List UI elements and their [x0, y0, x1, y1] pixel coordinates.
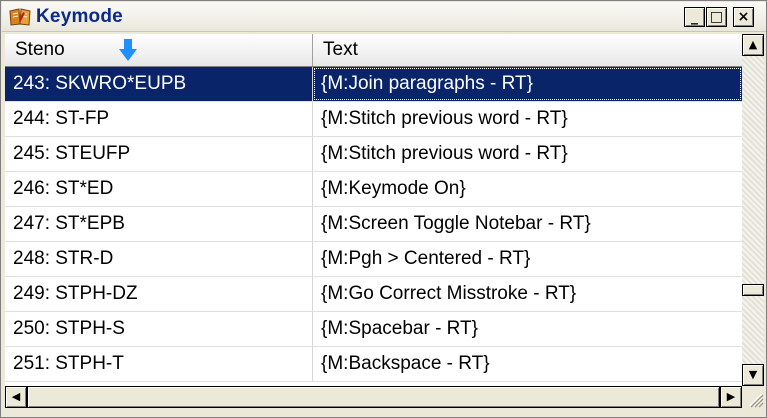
- cell-text: {M:Screen Toggle Notebar - RT}: [321, 213, 591, 234]
- vertical-scrollbar[interactable]: ▲ ▼: [742, 34, 764, 386]
- table-row[interactable]: 247: ST*EPB {M:Screen Toggle Notebar - RT…: [5, 207, 742, 242]
- scroll-up-button[interactable]: ▲: [742, 34, 764, 56]
- horizontal-scrollbar[interactable]: ◀ ▶: [5, 386, 742, 408]
- keymode-window: Keymode _ □ × Steno Text 243: SKWRO*EUPB…: [0, 0, 767, 418]
- table-row[interactable]: 251: STPH-T {M:Backspace - RT}: [5, 347, 742, 382]
- table-row[interactable]: 244: ST-FP {M:Stitch previous word - RT}: [5, 102, 742, 137]
- cell-text: {M:Join paragraphs - RT}: [313, 67, 742, 101]
- cell-text: {M:Stitch previous word - RT}: [321, 143, 568, 164]
- table-row[interactable]: 246: ST*ED {M:Keymode On}: [5, 172, 742, 207]
- column-header-steno[interactable]: Steno: [5, 34, 313, 66]
- cell-text: {M:Keymode On}: [321, 178, 466, 199]
- table-row[interactable]: 249: STPH-DZ {M:Go Correct Misstroke - RT…: [5, 277, 742, 312]
- table-row[interactable]: 250: STPH-S {M:Spacebar - RT}: [5, 312, 742, 347]
- cell-text: {M:Backspace - RT}: [321, 353, 490, 374]
- vertical-scroll-thumb[interactable]: [742, 283, 764, 296]
- cell-steno: 250: STPH-S: [5, 312, 313, 346]
- cell-steno: 251: STPH-T: [5, 347, 313, 381]
- cell-text: {M:Spacebar - RT}: [321, 318, 479, 339]
- resize-grip-icon[interactable]: [742, 386, 764, 408]
- cell-steno: 243: SKWRO*EUPB: [5, 67, 313, 101]
- cell-steno: 246: ST*ED: [5, 172, 313, 206]
- table-row[interactable]: 248: STR-D {M:Pgh > Centered - RT}: [5, 242, 742, 277]
- column-header-text[interactable]: Text: [313, 34, 742, 66]
- window-title: Keymode: [36, 6, 123, 27]
- scroll-right-button[interactable]: ▶: [720, 386, 742, 408]
- cell-steno: 249: STPH-DZ: [5, 277, 313, 311]
- cell-text: {M:Go Correct Misstroke - RT}: [321, 283, 577, 304]
- table-header: Steno Text: [5, 34, 742, 67]
- cell-text: {M:Stitch previous word - RT}: [321, 108, 568, 129]
- close-button[interactable]: ×: [733, 7, 754, 27]
- table-row[interactable]: 243: SKWRO*EUPB {M:Join paragraphs - RT}: [5, 67, 742, 102]
- column-header-steno-label: Steno: [15, 39, 65, 60]
- title-bar[interactable]: Keymode _ □ ×: [2, 2, 766, 32]
- table-row[interactable]: 245: STEUFP {M:Stitch previous word - RT}: [5, 137, 742, 172]
- cell-steno: 248: STR-D: [5, 242, 313, 276]
- scroll-left-button[interactable]: ◀: [5, 386, 27, 408]
- cell-text: {M:Pgh > Centered - RT}: [321, 248, 531, 269]
- cell-steno: 247: ST*EPB: [5, 207, 313, 241]
- maximize-button[interactable]: □: [706, 7, 727, 27]
- column-header-text-label: Text: [323, 39, 358, 60]
- horizontal-scroll-thumb[interactable]: [27, 386, 720, 408]
- steno-table: Steno Text 243: SKWRO*EUPB {M:Join paragr…: [5, 34, 742, 386]
- cell-steno: 244: ST-FP: [5, 102, 313, 136]
- scroll-down-button[interactable]: ▼: [742, 364, 764, 386]
- sort-descending-icon: [119, 39, 137, 61]
- cell-steno: 245: STEUFP: [5, 137, 313, 171]
- minimize-button[interactable]: _: [684, 7, 705, 27]
- book-icon: [9, 8, 31, 26]
